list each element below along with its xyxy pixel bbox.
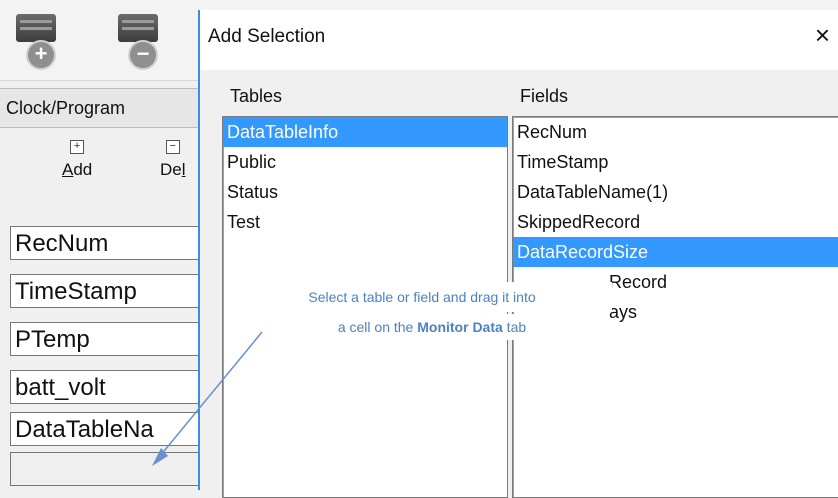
annotation-arrow	[152, 331, 263, 466]
